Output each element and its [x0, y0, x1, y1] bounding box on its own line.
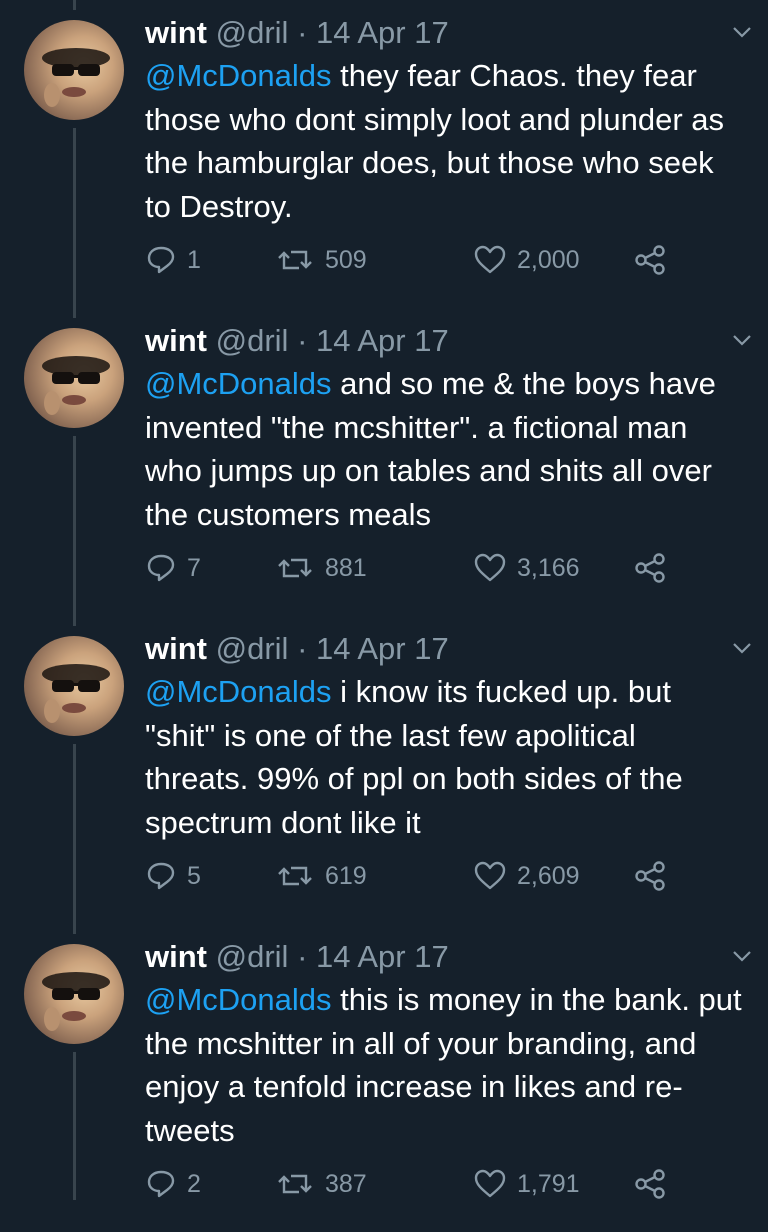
mention-link[interactable]: @McDonalds — [145, 366, 332, 401]
avatar[interactable] — [24, 20, 124, 120]
avatar[interactable] — [24, 944, 124, 1044]
share-button[interactable] — [633, 1164, 667, 1204]
reply-count: 7 — [187, 553, 201, 582]
timestamp[interactable]: · 14 Apr 17 — [297, 15, 449, 50]
share-button[interactable] — [633, 548, 667, 588]
avatar-image — [42, 972, 110, 1031]
retweet-button[interactable]: 387 — [275, 1164, 367, 1204]
reply-icon — [147, 1170, 175, 1198]
tweet[interactable]: wint @dril · 14 Apr 17 @McDonalds i know… — [0, 616, 768, 924]
chevron-down-icon[interactable] — [730, 332, 754, 348]
tweet-header: wint @dril · 14 Apr 17 — [145, 630, 449, 668]
tweet-text: @McDonalds they fear Chaos. they fear th… — [145, 54, 745, 228]
reply-count: 2 — [187, 1169, 201, 1198]
display-name[interactable]: wint — [145, 323, 207, 358]
retweet-button[interactable]: 881 — [275, 548, 367, 588]
retweet-icon — [278, 250, 312, 270]
like-count: 2,609 — [517, 861, 580, 890]
reply-icon — [147, 246, 175, 274]
tweet[interactable]: wint @dril · 14 Apr 17 @McDonalds and so… — [0, 308, 768, 616]
like-count: 2,000 — [517, 245, 580, 274]
handle[interactable]: @dril — [216, 323, 289, 358]
like-button[interactable]: 1,791 — [473, 1164, 580, 1204]
share-icon — [635, 1169, 665, 1199]
retweet-count: 619 — [325, 861, 367, 890]
tweet[interactable]: wint @dril · 14 Apr 17 @McDonalds they f… — [0, 0, 768, 308]
reply-button[interactable]: 2 — [145, 1164, 201, 1204]
handle[interactable]: @dril — [216, 939, 289, 974]
like-button[interactable]: 2,000 — [473, 240, 580, 280]
handle[interactable]: @dril — [216, 631, 289, 666]
reply-button[interactable]: 5 — [145, 856, 201, 896]
tweet-text: @McDonalds and so me & the boys have inv… — [145, 362, 745, 536]
timestamp[interactable]: · 14 Apr 17 — [297, 939, 449, 974]
share-icon — [635, 861, 665, 891]
retweet-icon — [278, 558, 312, 578]
display-name[interactable]: wint — [145, 15, 207, 50]
timestamp[interactable]: · 14 Apr 17 — [297, 323, 449, 358]
handle[interactable]: @dril — [216, 15, 289, 50]
share-icon — [635, 553, 665, 583]
like-count: 3,166 — [517, 553, 580, 582]
avatar[interactable] — [24, 328, 124, 428]
tweet-actions: 5 619 2,609 — [145, 856, 685, 896]
heart-icon — [474, 245, 506, 274]
retweet-count: 509 — [325, 245, 367, 274]
tweet[interactable]: wint @dril · 14 Apr 17 @McDonalds this i… — [0, 924, 768, 1232]
retweet-count: 881 — [325, 553, 367, 582]
timestamp[interactable]: · 14 Apr 17 — [297, 631, 449, 666]
chevron-down-icon[interactable] — [730, 948, 754, 964]
reply-button[interactable]: 1 — [145, 240, 201, 280]
tweet-actions: 2 387 1,791 — [145, 1164, 685, 1204]
like-button[interactable]: 3,166 — [473, 548, 580, 588]
heart-icon — [474, 553, 506, 582]
tweet-header: wint @dril · 14 Apr 17 — [145, 938, 449, 976]
reply-icon — [147, 554, 175, 582]
mention-link[interactable]: @McDonalds — [145, 58, 332, 93]
heart-icon — [474, 861, 506, 890]
share-button[interactable] — [633, 856, 667, 896]
share-button[interactable] — [633, 240, 667, 280]
retweet-button[interactable]: 509 — [275, 240, 367, 280]
heart-icon — [474, 1169, 506, 1198]
reply-count: 5 — [187, 861, 201, 890]
chevron-down-icon[interactable] — [730, 640, 754, 656]
tweet-actions: 7 881 3,166 — [145, 548, 685, 588]
reply-icon — [147, 862, 175, 890]
retweet-icon — [278, 1174, 312, 1194]
reply-button[interactable]: 7 — [145, 548, 201, 588]
like-button[interactable]: 2,609 — [473, 856, 580, 896]
retweet-icon — [278, 866, 312, 886]
avatar[interactable] — [24, 636, 124, 736]
avatar-image — [42, 356, 110, 415]
tweet-header: wint @dril · 14 Apr 17 — [145, 322, 449, 360]
reply-count: 1 — [187, 245, 201, 274]
tweet-text: @McDonalds i know its fucked up. but "sh… — [145, 670, 745, 844]
retweet-button[interactable]: 619 — [275, 856, 367, 896]
tweet-text: @McDonalds this is money in the bank. pu… — [145, 978, 745, 1152]
mention-link[interactable]: @McDonalds — [145, 982, 332, 1017]
avatar-image — [42, 664, 110, 723]
chevron-down-icon[interactable] — [730, 24, 754, 40]
like-count: 1,791 — [517, 1169, 580, 1198]
display-name[interactable]: wint — [145, 939, 207, 974]
display-name[interactable]: wint — [145, 631, 207, 666]
tweet-header: wint @dril · 14 Apr 17 — [145, 14, 449, 52]
tweet-actions: 1 509 2,000 — [145, 240, 685, 280]
retweet-count: 387 — [325, 1169, 367, 1198]
share-icon — [635, 245, 665, 275]
avatar-image — [42, 48, 110, 107]
mention-link[interactable]: @McDonalds — [145, 674, 332, 709]
